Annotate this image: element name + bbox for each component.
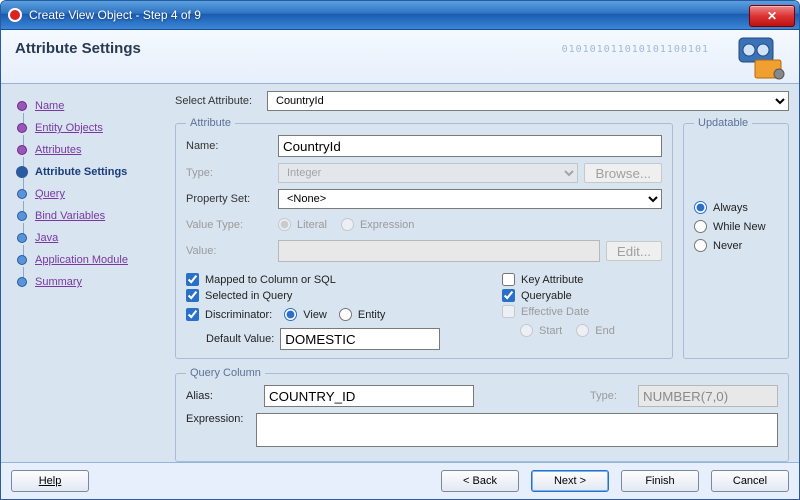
close-button[interactable]: ✕ bbox=[749, 5, 795, 27]
name-input[interactable] bbox=[278, 135, 662, 157]
type-dropdown: Integer bbox=[278, 163, 578, 183]
step-name[interactable]: Name bbox=[13, 95, 163, 117]
value-input bbox=[278, 240, 600, 262]
query-column-group: Query Column Alias: Type: Expression: bbox=[175, 367, 789, 462]
titlebar: Create View Object - Step 4 of 9 ✕ bbox=[1, 1, 799, 30]
attribute-group: Attribute Name: Type: Integer Browse... … bbox=[175, 117, 673, 359]
step-attribute-settings[interactable]: Attribute Settings bbox=[13, 161, 163, 183]
main-panel: Select Attribute: CountryId Attribute Na… bbox=[175, 91, 789, 455]
query-column-legend: Query Column bbox=[186, 367, 265, 379]
help-button[interactable]: Help bbox=[11, 470, 89, 492]
discriminator-checkbox[interactable] bbox=[186, 308, 199, 321]
expression-textarea[interactable] bbox=[256, 413, 778, 447]
edit-button: Edit... bbox=[606, 241, 662, 261]
step-summary[interactable]: Summary bbox=[13, 271, 163, 293]
finish-button[interactable]: Finish bbox=[621, 470, 699, 492]
select-attribute-label: Select Attribute: bbox=[175, 95, 261, 107]
queryable-checkbox[interactable] bbox=[502, 289, 515, 302]
effective-start-radio bbox=[520, 324, 533, 337]
effective-end-radio bbox=[576, 324, 589, 337]
step-entity-objects[interactable]: Entity Objects bbox=[13, 117, 163, 139]
default-value-input[interactable] bbox=[280, 328, 440, 350]
step-application-module[interactable]: Application Module bbox=[13, 249, 163, 271]
value-type-expression-radio bbox=[341, 218, 354, 231]
updatable-while-new-radio[interactable] bbox=[694, 220, 707, 233]
back-button[interactable]: < Back bbox=[441, 470, 519, 492]
cancel-button[interactable]: Cancel bbox=[711, 470, 789, 492]
property-set-dropdown[interactable]: <None> bbox=[278, 189, 662, 209]
select-attribute-dropdown[interactable]: CountryId bbox=[267, 91, 789, 111]
alias-input[interactable] bbox=[264, 385, 474, 407]
value-type-literal-radio bbox=[278, 218, 291, 231]
type-label: Type: bbox=[186, 167, 272, 179]
query-type-input bbox=[638, 385, 778, 407]
next-button[interactable]: Next > bbox=[531, 470, 609, 492]
header-decor-digits: 010101011010101100101 bbox=[562, 44, 709, 55]
footer: Help < Back Next > Finish Cancel bbox=[1, 462, 799, 499]
window-title: Create View Object - Step 4 of 9 bbox=[29, 8, 749, 22]
attribute-legend: Attribute bbox=[186, 117, 235, 129]
property-set-label: Property Set: bbox=[186, 193, 272, 205]
close-icon: ✕ bbox=[767, 9, 777, 23]
step-bind-variables[interactable]: Bind Variables bbox=[13, 205, 163, 227]
wizard-window: Create View Object - Step 4 of 9 ✕ Attri… bbox=[0, 0, 800, 500]
name-label: Name: bbox=[186, 140, 272, 152]
value-type-label: Value Type: bbox=[186, 219, 272, 231]
updatable-never-radio[interactable] bbox=[694, 239, 707, 252]
step-attributes[interactable]: Attributes bbox=[13, 139, 163, 161]
header-art-icon bbox=[711, 34, 791, 80]
app-icon bbox=[7, 7, 23, 23]
updatable-always-radio[interactable] bbox=[694, 201, 707, 214]
discriminator-label: Discriminator: bbox=[205, 309, 272, 321]
expression-label: Expression: bbox=[186, 413, 248, 425]
updatable-group: Updatable Always While New Never bbox=[683, 117, 789, 359]
body: Name Entity Objects Attributes Attribute… bbox=[1, 83, 799, 463]
header-band: Attribute Settings 010101011010101100101 bbox=[1, 30, 799, 84]
key-attribute-checkbox[interactable] bbox=[502, 273, 515, 286]
discriminator-view-radio[interactable] bbox=[284, 308, 297, 321]
effective-date-checkbox bbox=[502, 305, 515, 318]
wizard-steps: Name Entity Objects Attributes Attribute… bbox=[11, 91, 165, 455]
step-query[interactable]: Query bbox=[13, 183, 163, 205]
default-value-label: Default Value: bbox=[206, 333, 274, 345]
step-java[interactable]: Java bbox=[13, 227, 163, 249]
selected-in-query-checkbox[interactable] bbox=[186, 289, 199, 302]
query-type-label: Type: bbox=[590, 390, 630, 402]
discriminator-entity-radio[interactable] bbox=[339, 308, 352, 321]
value-label: Value: bbox=[186, 245, 272, 257]
alias-label: Alias: bbox=[186, 390, 256, 402]
updatable-legend: Updatable bbox=[694, 117, 752, 129]
browse-button: Browse... bbox=[584, 163, 662, 183]
mapped-checkbox[interactable] bbox=[186, 273, 199, 286]
